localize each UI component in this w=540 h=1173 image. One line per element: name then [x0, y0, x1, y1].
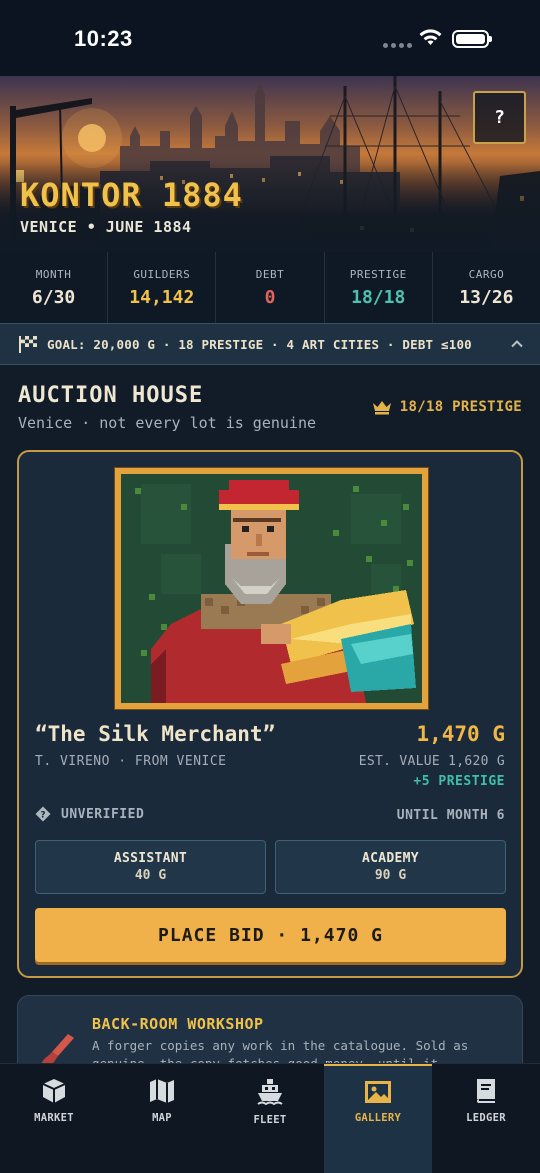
stat-value: 13/26: [459, 286, 514, 308]
section-title: AUCTION HOUSE: [18, 383, 204, 408]
crate-icon: [42, 1079, 66, 1103]
tab-map[interactable]: MAP: [108, 1064, 216, 1173]
battery-icon: [452, 30, 492, 48]
checkered-flag-icon: [19, 336, 37, 353]
stat-label: MONTH: [35, 267, 72, 281]
auction-lot-card: “The Silk Merchant” 1,470 G T. VIRENO · …: [17, 450, 523, 978]
bottom-tab-bar: MARKET MAP FLEET GALLERY LEDGER: [0, 1063, 540, 1173]
tab-ledger[interactable]: LEDGER: [432, 1064, 540, 1173]
lot-estimate: EST. VALUE 1,620 G: [358, 754, 505, 769]
place-bid-button[interactable]: PLACE BID · 1,470 G: [35, 908, 506, 962]
chevron-up-icon[interactable]: [510, 337, 524, 351]
workshop-title: BACK-ROOM WORKSHOP: [92, 1015, 264, 1033]
verification-text: UNVERIFIED: [61, 806, 145, 822]
goal-text: GOAL: 20,000 G · 18 PRESTIGE · 4 ART CIT…: [47, 336, 472, 352]
stat-label: DEBT: [255, 267, 285, 281]
game-title: KONTOR 1884: [20, 176, 243, 214]
clock: 10:23: [74, 26, 133, 51]
book-icon: [477, 1079, 495, 1103]
stat-prestige: PRESTIGE 18/18: [325, 252, 433, 323]
crown-icon: [372, 401, 391, 415]
stat-value: 6/30: [31, 286, 76, 308]
unverified-icon: ?: [35, 806, 51, 822]
svg-text:?: ?: [40, 811, 45, 821]
prestige-badge: 18/18 PRESTIGE: [372, 399, 522, 415]
option-label: ASSISTANT: [113, 851, 188, 866]
stat-value: 0: [264, 286, 276, 308]
tab-fleet[interactable]: FLEET: [216, 1064, 324, 1173]
verification-deadline: UNTIL MONTH 6: [396, 808, 505, 823]
option-cost: 90 G: [374, 868, 407, 883]
location-date: VENICE • JUNE 1884: [20, 218, 192, 236]
stat-month: MONTH 6/30: [0, 252, 109, 323]
tab-label: GALLERY: [354, 1112, 402, 1124]
stats-bar: MONTH 6/30 GUILDERS 14,142 DEBT 0 PRESTI…: [0, 252, 540, 323]
tab-label: FLEET: [253, 1114, 287, 1126]
painting-frame: [115, 468, 428, 709]
picture-icon: [365, 1081, 391, 1103]
stat-label: CARGO: [468, 267, 505, 281]
signal-icon: [383, 43, 412, 48]
stat-guilders: GUILDERS 14,142: [108, 252, 217, 323]
tab-label: MARKET: [34, 1112, 74, 1124]
assistant-appraisal-button[interactable]: ASSISTANT 40 G: [35, 840, 266, 894]
prestige-text: 18/18 PRESTIGE: [399, 399, 522, 415]
stat-cargo: CARGO 13/26: [433, 252, 540, 323]
lot-artist: T. VIRENO · FROM VENICE: [35, 754, 227, 769]
stat-label: PRESTIGE: [349, 267, 407, 281]
stat-value: 18/18: [351, 286, 406, 308]
painting-silk-merchant: [121, 474, 422, 703]
stat-label: GUILDERS: [133, 267, 191, 281]
academy-appraisal-button[interactable]: ACADEMY 90 G: [275, 840, 506, 894]
tab-label: LEDGER: [466, 1112, 506, 1124]
map-icon: [150, 1079, 174, 1103]
tab-label: MAP: [152, 1112, 172, 1124]
goal-bar[interactable]: GOAL: 20,000 G · 18 PRESTIGE · 4 ART CIT…: [0, 323, 540, 365]
lot-title: “The Silk Merchant”: [35, 722, 276, 746]
stat-debt: DEBT 0: [216, 252, 325, 323]
stat-value: 14,142: [129, 286, 195, 308]
verification-status: ? UNVERIFIED: [35, 806, 144, 822]
section-subtitle: Venice · not every lot is genuine: [18, 414, 317, 432]
tab-gallery[interactable]: GALLERY: [324, 1064, 432, 1173]
help-button[interactable]: ?: [473, 91, 526, 144]
lot-price: 1,470 G: [416, 722, 505, 746]
ship-icon: [257, 1079, 283, 1106]
status-bar: 10:23: [0, 0, 540, 76]
option-label: ACADEMY: [362, 851, 419, 866]
option-cost: 40 G: [134, 868, 167, 883]
wifi-icon: [419, 29, 442, 45]
tab-market[interactable]: MARKET: [0, 1064, 108, 1173]
prestige-bonus: +5 PRESTIGE: [413, 774, 505, 789]
